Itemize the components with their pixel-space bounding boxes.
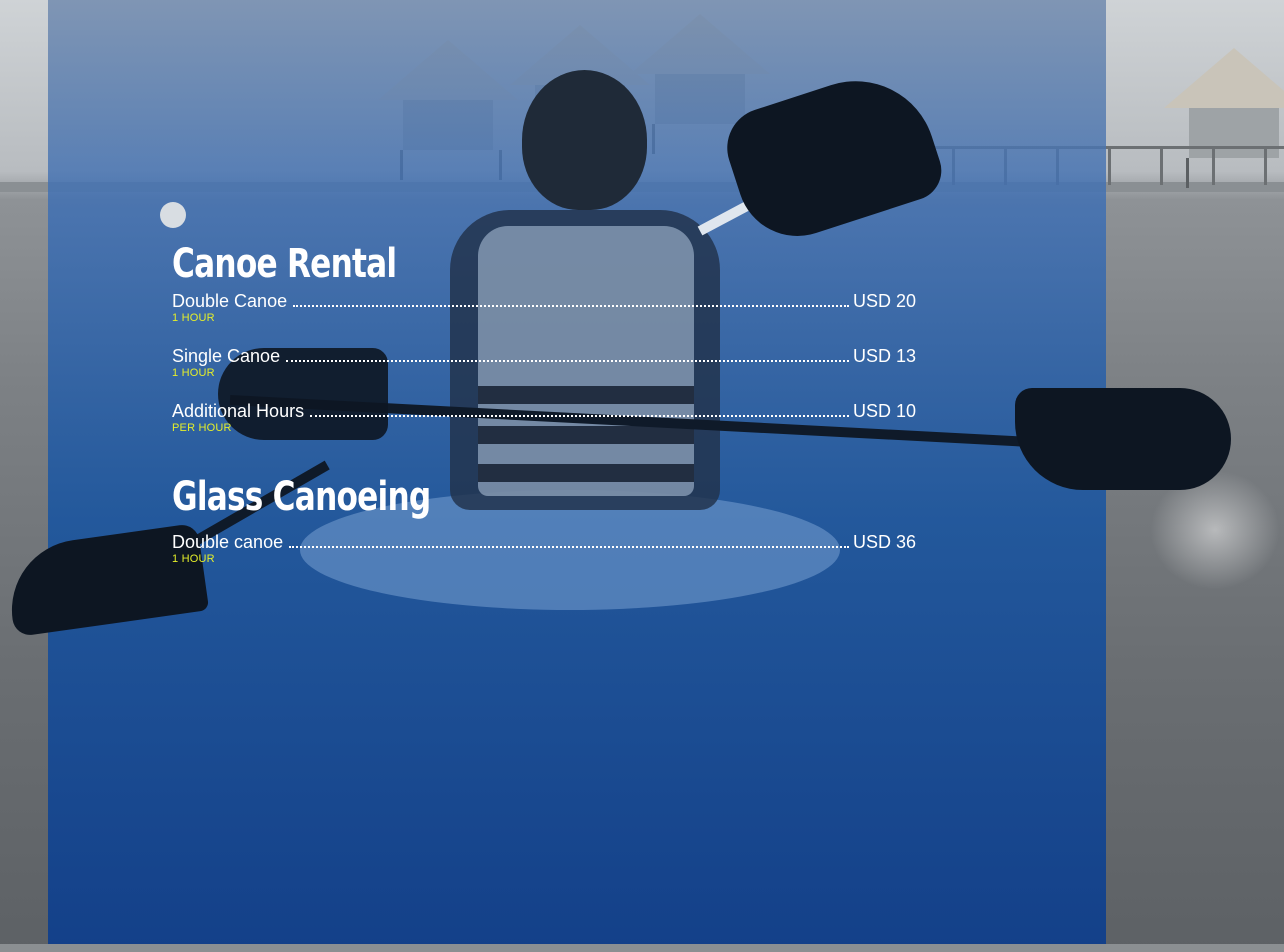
paddle-blade <box>1015 388 1231 490</box>
item-name: Single Canoe <box>172 346 281 366</box>
item-price: USD 10 <box>852 401 916 421</box>
item-price: USD 36 <box>852 532 916 552</box>
dotted-leader <box>286 359 849 362</box>
bottom-strip <box>0 944 1284 952</box>
buoy <box>160 202 186 228</box>
item-unit: 1 HOUR <box>172 312 215 324</box>
price-list-page: Canoe Rental Double Canoe USD 20 1 HOUR … <box>0 0 1284 952</box>
dotted-leader <box>293 304 849 307</box>
price-item: Double Canoe USD 20 1 HOUR <box>172 290 916 325</box>
item-unit: 1 HOUR <box>172 367 215 379</box>
kayaker-head <box>522 70 647 210</box>
section-title-glass-canoeing: Glass Canoeing <box>172 474 431 520</box>
price-item: Additional Hours USD 10 PER HOUR <box>172 400 916 435</box>
dotted-leader <box>289 545 849 548</box>
item-name: Additional Hours <box>172 401 305 421</box>
item-price: USD 20 <box>852 291 916 311</box>
item-name: Double canoe <box>172 532 284 552</box>
item-name: Double Canoe <box>172 291 288 311</box>
dotted-leader <box>310 414 849 417</box>
price-content: Canoe Rental Double Canoe USD 20 1 HOUR … <box>172 240 916 566</box>
item-price: USD 13 <box>852 346 916 366</box>
item-unit: 1 HOUR <box>172 553 215 565</box>
item-unit: PER HOUR <box>172 422 232 434</box>
section-title-canoe-rental: Canoe Rental <box>172 241 397 287</box>
price-item: Double canoe USD 36 1 HOUR <box>172 531 916 566</box>
price-item: Single Canoe USD 13 1 HOUR <box>172 345 916 380</box>
